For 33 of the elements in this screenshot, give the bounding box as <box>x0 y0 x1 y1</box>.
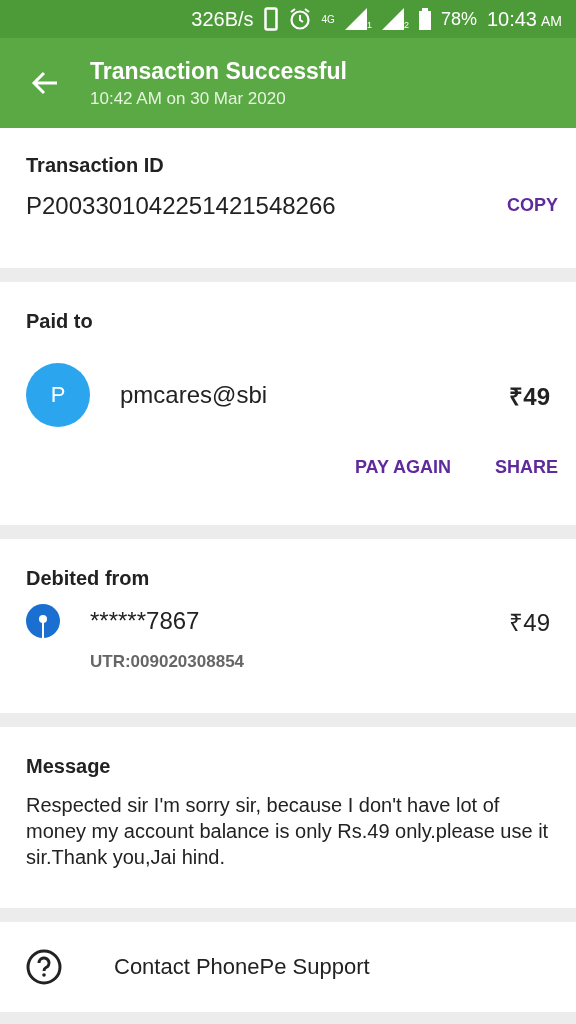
utr-number: UTR:009020308854 <box>90 652 246 672</box>
alarm-icon <box>287 7 312 31</box>
transaction-id: P2003301042251421548266 <box>26 191 336 220</box>
transaction-time: 10:42 AM on 30 Mar 2020 <box>90 88 287 109</box>
clock-time: 10:43 <box>486 7 537 31</box>
paid-amount: ₹49 <box>509 381 550 412</box>
battery-icon <box>418 8 431 30</box>
payee-avatar: P <box>26 363 90 427</box>
section-label: Message <box>26 755 112 778</box>
copy-link[interactable]: COPY <box>499 191 566 220</box>
sim-label: 1 <box>366 20 372 30</box>
message-text: Respected sir I'm sorry sir, because I don't have lot of money my account balance is only Rs.49 only.please use it sir.Thank you,Jai hind. <box>26 793 550 870</box>
signal-icon <box>381 8 404 30</box>
section-label: Paid to <box>26 310 94 333</box>
network-type: 4G <box>321 13 335 25</box>
section-label: Debited from <box>26 567 151 590</box>
debited-amount: ₹49 <box>509 607 550 638</box>
signal-icon <box>344 8 367 30</box>
action-link[interactable]: SHARE <box>487 453 566 482</box>
help-icon <box>26 949 62 985</box>
section-label: Transaction ID <box>26 154 165 177</box>
action-link[interactable]: PAY AGAIN <box>346 453 459 482</box>
payee-name: pmcares@sbi <box>120 381 268 409</box>
support-button[interactable]: Contact PhonePe Support <box>0 922 576 1012</box>
screen-title: Transaction Successful <box>90 57 347 85</box>
bank-logo-icon <box>26 604 60 638</box>
phone-icon <box>263 7 278 31</box>
account-number: ******7867 <box>90 607 200 635</box>
sim-label: 2 <box>403 20 409 30</box>
network-speed: 326B/s <box>191 7 254 31</box>
clock-meridiem: AM <box>541 12 562 29</box>
battery-level: 78% <box>440 8 477 30</box>
back-arrow-icon <box>31 71 59 95</box>
